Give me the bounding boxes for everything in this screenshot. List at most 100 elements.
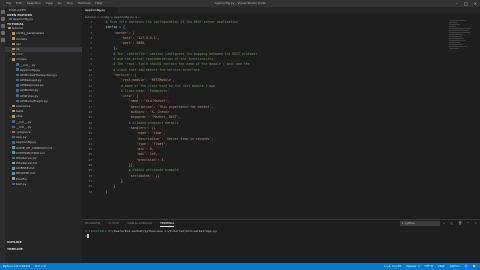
line-number-gutter: 1 2 3 4 5 6 7 8 9 10 11 12 13 14 15 16 17 18 19 20 21 22 23 24 2… bbox=[82, 20, 94, 219]
timeline-header[interactable]: TIMELINE bbox=[5, 247, 82, 252]
folder-icon bbox=[12, 109, 15, 113]
panel-tab-problems[interactable]: PROBLEMS bbox=[85, 220, 100, 227]
window-title: AppConfig.py - Visual Studio Code bbox=[214, 1, 266, 5]
folder-icon bbox=[12, 58, 15, 61]
tree-item-label: models bbox=[16, 36, 27, 41]
encoding[interactable]: UTF-8 bbox=[425, 263, 433, 270]
panel-tab-output[interactable]: OUTPUT bbox=[108, 220, 119, 227]
tree-item-label: core bbox=[16, 52, 23, 57]
panel-tab-terminal[interactable]: TERMINAL bbox=[160, 220, 175, 227]
close-window-icon[interactable]: × bbox=[474, 0, 477, 7]
tree-item-label: __init__.py bbox=[16, 119, 32, 124]
timeline-section[interactable]: TIMELINE bbox=[5, 247, 82, 252]
menu-edit[interactable]: Edit bbox=[16, 0, 22, 7]
menu-file[interactable]: File bbox=[6, 0, 11, 7]
tree-item-label: LICENSE.md bbox=[16, 166, 35, 171]
terminal-output[interactable]: C:\tutorial> C:/Users/kid-market/python.… bbox=[85, 229, 217, 239]
menu-run[interactable]: Run bbox=[67, 0, 73, 7]
python-file-icon bbox=[16, 89, 19, 92]
add-terminal-icon[interactable]: + bbox=[443, 220, 446, 227]
code-editor[interactable]: 1 2 3 4 5 6 7 8 9 10 11 12 13 14 15 16 17 18 19 20 21 22 23 24 2… bbox=[82, 20, 480, 219]
outline-header[interactable]: OUTLINE bbox=[5, 240, 82, 245]
text-file-icon bbox=[12, 161, 15, 165]
maximize-icon[interactable]: ^ bbox=[467, 220, 470, 227]
terminal-command: C:/Users/kid-market/python.exe c:/tutori… bbox=[108, 229, 217, 233]
tree-item-label: APIModelsTransaction.py bbox=[20, 72, 58, 77]
folder-icon bbox=[12, 42, 15, 45]
extensions-icon[interactable] bbox=[0, 38, 5, 42]
status-right: Ln 6, Col 25 Spaces: 4 UTF-8 CRLF Python… bbox=[384, 263, 476, 270]
tree-item-label: tutorial bbox=[12, 26, 23, 31]
code-area[interactable]: # This file contains the configuration o… bbox=[98, 20, 428, 219]
git-file-icon bbox=[12, 130, 15, 134]
tree-item-label: models bbox=[16, 57, 27, 62]
folder-icon bbox=[12, 52, 15, 56]
tree-item-label: scenarios bbox=[16, 104, 31, 108]
panel-tabs: PROBLEMS OUTPUT DEBUG CONSOLE TERMINAL bbox=[82, 220, 175, 227]
python-file-icon bbox=[16, 68, 19, 71]
tree-item-label: CONTRIBUTING.md bbox=[16, 150, 45, 155]
tree-item-label: __init__.py bbox=[20, 62, 36, 67]
minimize-icon[interactable]: – bbox=[456, 0, 458, 7]
open-editor-item[interactable]: AppConfig.py bbox=[5, 17, 82, 22]
close-icon[interactable]: × bbox=[474, 220, 477, 227]
tab-appconfig[interactable]: AppConfig.py bbox=[82, 7, 118, 14]
tree-item-label: tests bbox=[16, 109, 24, 114]
notifications-icon[interactable]: 🔔 bbox=[473, 263, 476, 270]
split-terminal-icon[interactable]: ◫ bbox=[450, 220, 453, 227]
line-ending[interactable]: CRLF bbox=[438, 263, 445, 270]
vscode-window: File Edit Selection View Go Run Terminal… bbox=[0, 0, 480, 270]
python-file-icon bbox=[16, 94, 19, 97]
markdown-file-icon bbox=[12, 146, 15, 149]
cursor-position[interactable]: Ln 6, Col 25 bbox=[384, 263, 401, 270]
language-mode[interactable]: Python bbox=[450, 263, 460, 270]
search-icon[interactable] bbox=[0, 17, 5, 21]
panel-actions: + ◫ 🗑 ^ × bbox=[443, 220, 477, 227]
menu-bar: File Edit Selection View Go Run Terminal… bbox=[6, 0, 102, 7]
tree-item[interactable]: test.py bbox=[5, 182, 82, 187]
outline-section[interactable]: OUTLINE bbox=[5, 240, 82, 245]
folder-icon bbox=[12, 115, 15, 118]
python-interpreter[interactable]: Python 3.8.3 64-bit bbox=[3, 263, 30, 270]
folder-icon bbox=[12, 32, 15, 35]
panel-tab-debug-console[interactable]: DEBUG CONSOLE bbox=[128, 220, 153, 227]
code-line[interactable]: } bbox=[98, 190, 428, 195]
run-debug-icon[interactable] bbox=[0, 31, 5, 35]
tree-item-label: utils bbox=[16, 114, 23, 119]
menu-go[interactable]: Go bbox=[58, 0, 62, 7]
python-file-icon bbox=[12, 182, 15, 186]
python-file-icon bbox=[16, 63, 19, 66]
python-file-icon bbox=[12, 135, 15, 139]
terminal-selector[interactable]: 1: python bbox=[400, 221, 440, 226]
tree-item-label: APIRequest.py bbox=[20, 78, 42, 83]
python-file-icon bbox=[12, 125, 15, 128]
menu-selection[interactable]: Selection bbox=[27, 0, 41, 7]
tree-item-label: config_parameters bbox=[16, 31, 45, 36]
restore-icon[interactable]: □ bbox=[464, 0, 468, 7]
explorer-icon[interactable] bbox=[0, 10, 5, 14]
tree-item-label: HttpServer.py bbox=[16, 155, 37, 160]
source-control-icon[interactable] bbox=[0, 24, 5, 28]
folder-icon bbox=[8, 26, 11, 30]
python-file-icon bbox=[12, 120, 15, 123]
markdown-file-icon bbox=[12, 167, 15, 170]
menu-view[interactable]: View bbox=[46, 0, 53, 7]
tree-item-label: __init__.py bbox=[16, 124, 32, 129]
python-file-icon bbox=[12, 141, 15, 144]
window-controls: – □ × bbox=[456, 0, 477, 7]
tree-item-label: APIModel.py bbox=[20, 88, 39, 93]
trash-icon[interactable]: 🗑 bbox=[458, 220, 462, 227]
python-file-icon bbox=[16, 99, 19, 103]
tree-item-label: db bbox=[16, 46, 20, 51]
minimap[interactable] bbox=[449, 20, 477, 80]
python-file-icon bbox=[16, 78, 19, 82]
indentation[interactable]: Spaces: 4 bbox=[406, 263, 420, 270]
menu-help[interactable]: Help bbox=[95, 0, 102, 7]
explorer-sidebar: EXPLORER OPEN EDITORS AppConfig.py TUTOR… bbox=[5, 7, 82, 263]
problems-count[interactable]: ⊗ 0 ⚠ 0 bbox=[35, 263, 46, 270]
tree-item-label: Procfile bbox=[16, 176, 27, 181]
tree-item-label: AppConfig.py bbox=[20, 67, 41, 72]
folder-icon bbox=[12, 47, 15, 51]
menu-terminal[interactable]: Terminal bbox=[78, 0, 91, 7]
feedback-icon[interactable]: ☺ bbox=[465, 263, 468, 270]
